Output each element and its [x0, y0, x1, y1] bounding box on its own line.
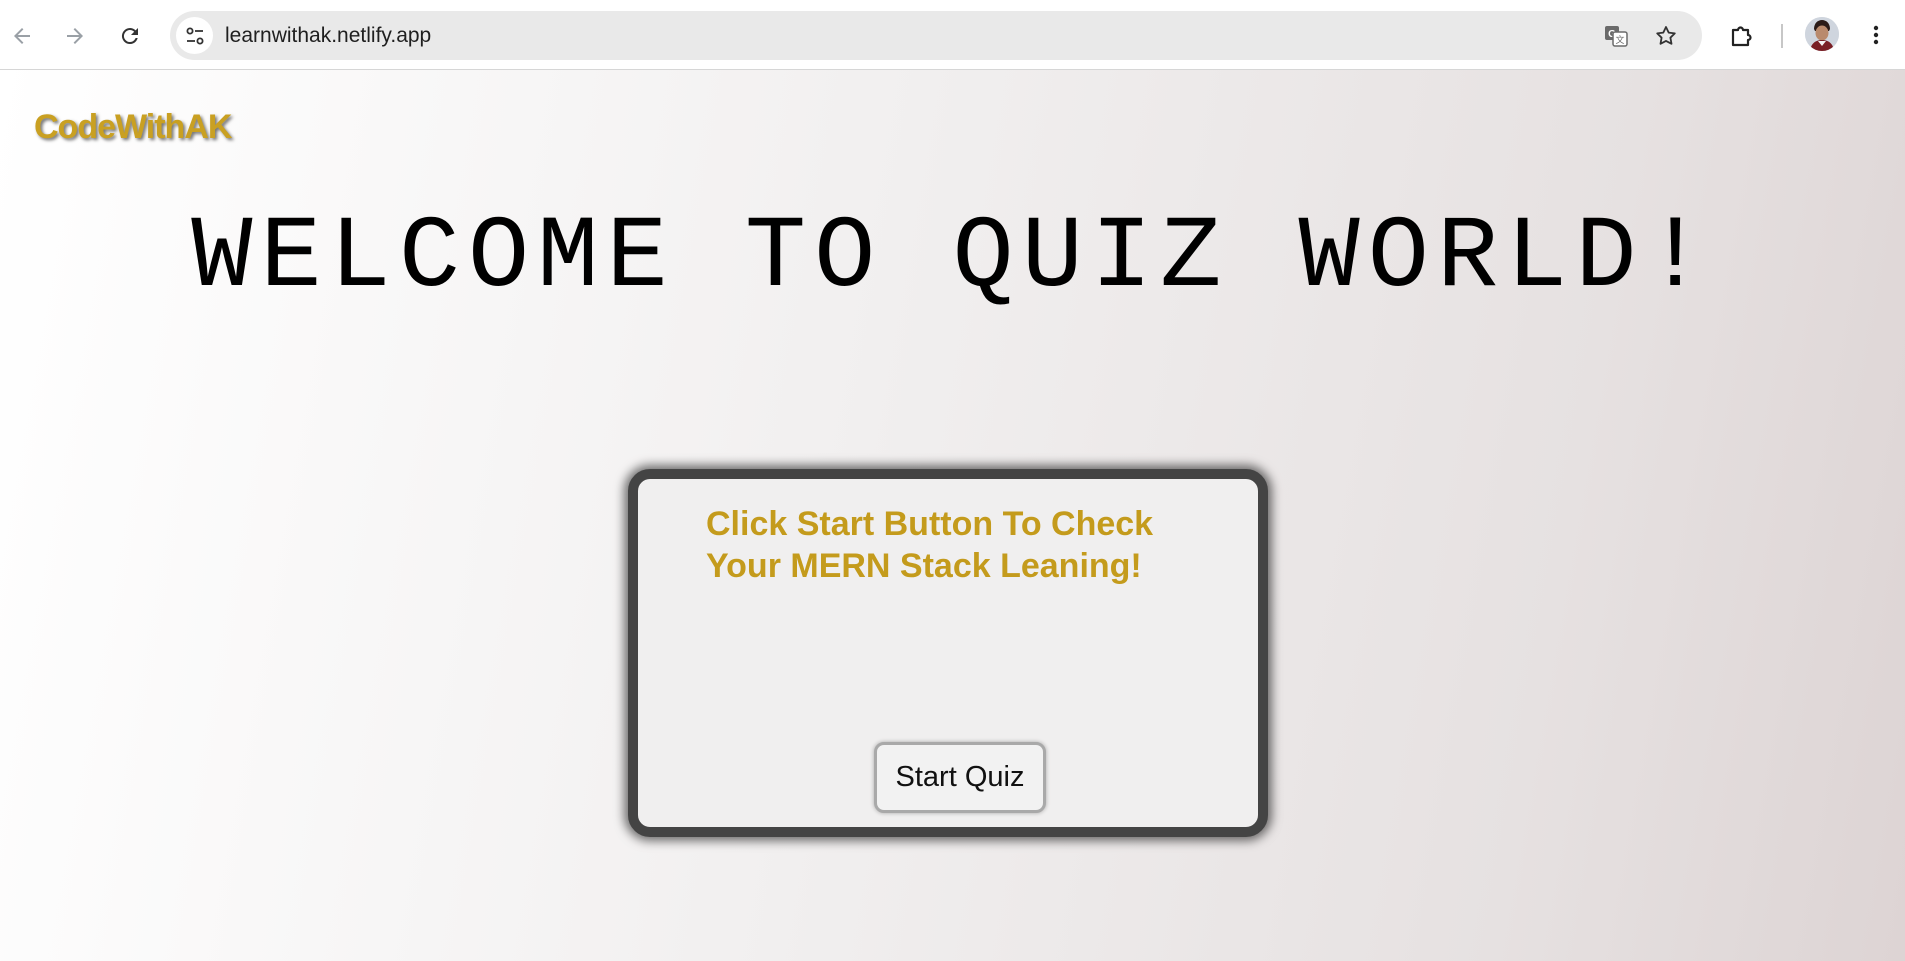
quiz-prompt: Click Start Button To Check Your MERN St…: [706, 505, 1154, 585]
star-icon: [1656, 26, 1676, 45]
url-text[interactable]: learnwithak.netlify.app: [225, 11, 431, 60]
profile-picture: [1805, 17, 1839, 51]
start-quiz-button[interactable]: Start Quiz: [874, 742, 1046, 813]
svg-text:文: 文: [1615, 34, 1624, 45]
puzzle-icon: [1731, 26, 1752, 47]
site-info-button[interactable]: [176, 17, 213, 54]
brand-logo[interactable]: CodeWithAK: [34, 108, 232, 147]
quiz-card: Click Start Button To Check Your MERN St…: [628, 469, 1268, 837]
reload-button[interactable]: [112, 18, 148, 54]
page-title: WELCOME TO QUIZ WORLD!: [191, 200, 1714, 316]
tune-icon: [186, 27, 203, 44]
forward-button[interactable]: [57, 18, 93, 54]
translate-button[interactable]: G 文: [1600, 20, 1632, 52]
reload-icon: [121, 28, 138, 45]
page-content: CodeWithAK WELCOME TO QUIZ WORLD! Click …: [0, 70, 1905, 961]
avatar[interactable]: [1805, 17, 1839, 51]
extensions-button[interactable]: [1722, 15, 1762, 55]
bookmark-button[interactable]: [1650, 20, 1682, 52]
arrow-left-icon: [14, 28, 30, 44]
back-button[interactable]: [4, 18, 40, 54]
toolbar-divider: [1781, 24, 1783, 48]
arrow-right-icon: [67, 28, 83, 44]
translate-icon: G 文: [1605, 26, 1628, 47]
more-vert-icon: [1873, 25, 1879, 45]
browser-menu-button[interactable]: [1856, 15, 1896, 55]
address-bar[interactable]: learnwithak.netlify.app G 文: [170, 11, 1702, 60]
browser-toolbar: learnwithak.netlify.app G 文: [0, 0, 1905, 70]
